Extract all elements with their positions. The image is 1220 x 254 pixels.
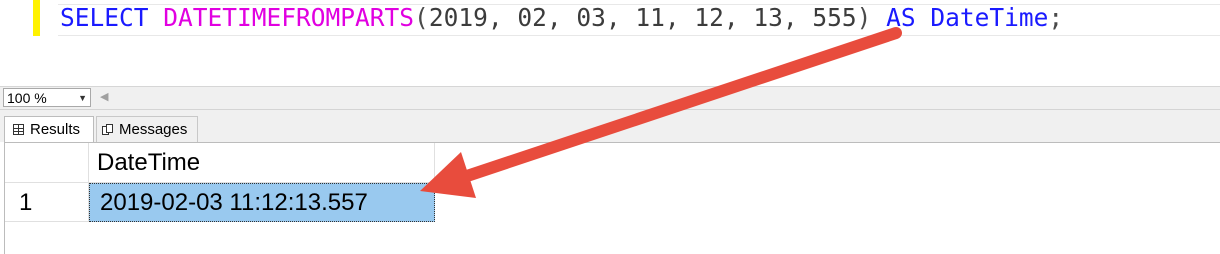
changed-line-indicator xyxy=(33,0,40,36)
zoom-dropdown[interactable]: 100 % ▼ xyxy=(3,88,91,107)
results-tabs: Results Messages xyxy=(0,110,1220,142)
tab-results-label: Results xyxy=(30,121,81,138)
grid-corner[interactable] xyxy=(5,143,89,183)
zoom-value: 100 % xyxy=(7,90,47,106)
tab-messages-label: Messages xyxy=(119,121,188,138)
keyword-as: AS xyxy=(886,3,916,32)
scroll-left-icon[interactable]: ◀ xyxy=(100,90,108,103)
zoom-bar: 100 % ▼ ◀ xyxy=(0,87,1220,110)
row-number[interactable]: 1 xyxy=(5,183,89,222)
column-header-datetime[interactable]: DateTime xyxy=(89,143,435,183)
keyword-select: SELECT xyxy=(60,3,149,32)
tab-messages[interactable]: Messages xyxy=(96,116,198,142)
result-cell-datetime[interactable]: 2019-02-03 11:12:13.557 xyxy=(89,183,435,222)
chevron-down-icon[interactable]: ▼ xyxy=(78,93,87,103)
close-paren: ) xyxy=(856,3,872,32)
grid-icon xyxy=(13,124,24,135)
messages-icon xyxy=(102,124,113,135)
query-editor[interactable]: SELECT DATETIMEFROMPARTS(2019, 02, 03, 1… xyxy=(0,0,1220,86)
function-arguments: 2019, 02, 03, 11, 12, 13, 555 xyxy=(428,3,857,32)
column-alias: DateTime xyxy=(930,3,1049,32)
function-name: DATETIMEFROMPARTS xyxy=(163,3,415,32)
semicolon: ; xyxy=(1048,3,1064,32)
tab-results[interactable]: Results xyxy=(4,116,94,142)
sql-query-line[interactable]: SELECT DATETIMEFROMPARTS(2019, 02, 03, 1… xyxy=(60,2,1063,34)
results-grid[interactable]: DateTime 1 2019-02-03 11:12:13.557 xyxy=(4,142,1220,254)
open-paren: ( xyxy=(414,3,429,32)
